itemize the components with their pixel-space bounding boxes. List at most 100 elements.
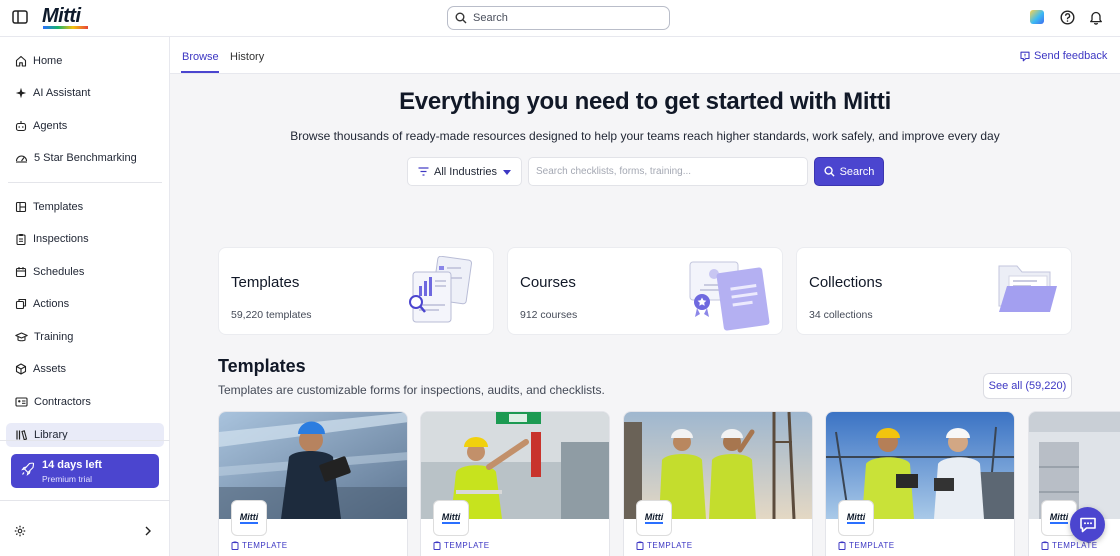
global-search-input[interactable] [473, 10, 663, 26]
template-type-text: TEMPLATE [242, 541, 288, 550]
industry-filter-dropdown[interactable]: All Industries [407, 157, 522, 186]
badge-text: Mitti [1049, 512, 1069, 524]
template-type-label: TEMPLATE [1041, 541, 1098, 550]
sidebar-item-label: Training [34, 331, 74, 343]
sidebar-item-label: Inspections [33, 233, 89, 245]
id-card-icon [15, 397, 28, 407]
category-title: Collections [809, 274, 883, 291]
cube-icon [15, 363, 27, 375]
category-card-courses[interactable]: Courses 912 courses [507, 247, 783, 335]
sidebar-divider [0, 500, 170, 501]
sidebar-item-home[interactable]: Home [6, 49, 164, 73]
templates-section-subtitle: Templates are customizable forms for ins… [218, 383, 605, 397]
calendar-icon [15, 267, 27, 278]
chat-support-button[interactable] [1070, 507, 1105, 542]
template-icon [15, 201, 27, 213]
tab-history[interactable]: History [230, 51, 264, 63]
courses-illustration-icon [689, 261, 770, 331]
template-type-label: TEMPLATE [231, 541, 288, 550]
clipboard-icon [636, 541, 644, 550]
filter-icon [418, 167, 429, 176]
clipboard-icon [16, 234, 26, 245]
sidebar-item-assets[interactable]: Assets [6, 357, 164, 381]
sidebar-item-label: Contractors [34, 396, 91, 408]
industry-filter-label: All Industries [434, 165, 497, 178]
sidebar-item-label: Agents [33, 120, 68, 132]
template-type-text: TEMPLATE [444, 541, 490, 550]
template-logo-badge: Mitti [838, 500, 874, 536]
help-icon[interactable] [1060, 10, 1075, 25]
template-type-text: TEMPLATE [849, 541, 895, 550]
sparkle-icon [15, 87, 27, 99]
rocket-icon [21, 462, 35, 476]
sidebar-item-label: AI Assistant [33, 87, 91, 99]
trial-days-left: 14 days left [42, 459, 102, 471]
chevron-right-icon[interactable] [144, 525, 152, 537]
badge-text: Mitti [239, 512, 259, 524]
app-logo[interactable]: Mitti [42, 5, 81, 28]
sidebar-item-label: Actions [33, 298, 70, 310]
template-card[interactable]: Mitti TEMPLATE [218, 411, 408, 556]
sidebar-item-actions[interactable]: Actions [6, 292, 164, 316]
trial-banner-button[interactable]: 14 days left Premium trial [11, 454, 159, 488]
sidebar: Home AI Assistant Agents 5 Star Benchmar… [0, 37, 170, 556]
sidebar-item-ai-assistant[interactable]: AI Assistant [6, 81, 164, 105]
logo-underline [43, 26, 88, 29]
category-card-collections[interactable]: Collections 34 collections [796, 247, 1072, 335]
template-card[interactable]: Mitti TEMPLATE [623, 411, 813, 556]
caret-down-icon [503, 170, 511, 175]
sidebar-item-templates[interactable]: Templates [6, 195, 164, 219]
search-icon [823, 166, 835, 177]
template-card[interactable]: Mitti TEMPLATE [825, 411, 1015, 556]
sidebar-item-library[interactable]: Library [6, 423, 164, 447]
clipboard-icon [433, 541, 441, 550]
template-logo-badge: Mitti [231, 500, 267, 536]
sidebar-toggle-icon[interactable] [12, 10, 30, 26]
main-content: Browse History Send feedback Everything … [170, 37, 1120, 556]
actions-icon [15, 298, 27, 310]
badge-text: Mitti [441, 512, 461, 524]
sidebar-divider [0, 440, 170, 441]
sidebar-item-contractors[interactable]: Contractors [6, 390, 164, 414]
sidebar-item-benchmarking[interactable]: 5 Star Benchmarking [6, 146, 164, 170]
gauge-icon [15, 155, 28, 163]
clipboard-icon [838, 541, 846, 550]
search-icon [455, 12, 467, 24]
send-feedback-label: Send feedback [1034, 50, 1108, 62]
top-bar: Mitti [0, 0, 1120, 37]
template-type-label: TEMPLATE [838, 541, 895, 550]
notifications-bell-icon[interactable] [1089, 10, 1103, 25]
badge-text: Mitti [644, 512, 664, 524]
send-feedback-link[interactable]: Send feedback [1020, 50, 1107, 62]
global-search[interactable] [447, 6, 670, 30]
folder-illustration-icon [998, 265, 1057, 312]
category-count: 59,220 templates [231, 309, 312, 321]
sidebar-item-label: Schedules [33, 266, 85, 278]
template-logo-badge: Mitti [636, 500, 672, 536]
category-card-templates[interactable]: Templates 59,220 templates [218, 247, 494, 335]
sidebar-item-label: 5 Star Benchmarking [34, 152, 137, 164]
sidebar-item-agents[interactable]: Agents [6, 114, 164, 138]
library-search-input[interactable] [528, 157, 808, 186]
library-search-button[interactable]: Search [814, 157, 884, 186]
apps-icon[interactable] [1030, 10, 1044, 24]
sidebar-item-inspections[interactable]: Inspections [6, 227, 164, 251]
clipboard-icon [1041, 541, 1049, 550]
settings-gear-icon[interactable] [14, 525, 26, 537]
sidebar-item-training[interactable]: Training [6, 325, 164, 349]
sidebar-item-label: Assets [33, 363, 67, 375]
tab-browse[interactable]: Browse [182, 51, 219, 63]
category-count: 912 courses [520, 309, 578, 321]
sidebar-item-schedules[interactable]: Schedules [6, 260, 164, 284]
template-card[interactable]: Mitti TEMPLATE [420, 411, 610, 556]
templates-section-title: Templates [218, 356, 306, 376]
sidebar-divider [8, 182, 162, 183]
feedback-icon [1020, 51, 1030, 61]
template-type-label: TEMPLATE [433, 541, 490, 550]
graduation-cap-icon [15, 332, 28, 342]
see-all-templates-button[interactable]: See all (59,220) [983, 373, 1072, 399]
template-type-label: TEMPLATE [636, 541, 693, 550]
chat-bubble-icon [1079, 517, 1096, 533]
tab-bar: Browse History Send feedback [170, 37, 1120, 74]
hero-title: Everything you need to get started with … [399, 88, 891, 115]
